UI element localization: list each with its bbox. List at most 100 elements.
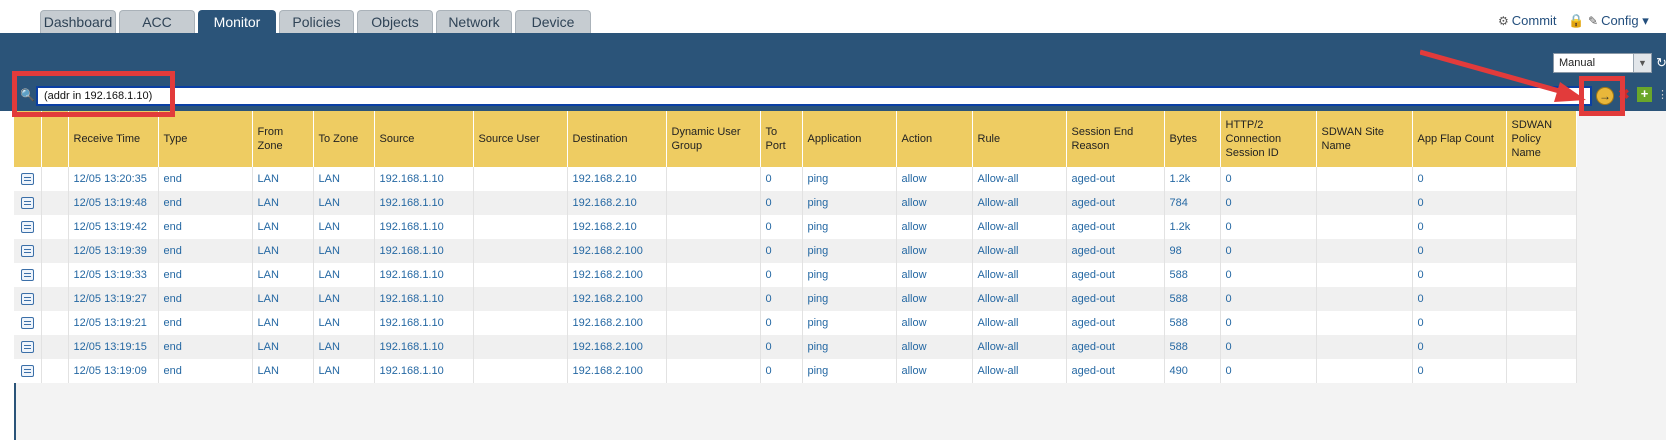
table-row[interactable]: 12/05 13:20:35 end LAN LAN 192.168.1.10 192.1… <box>14 167 1577 191</box>
cell-http2[interactable]: 0 <box>1220 311 1317 335</box>
cell-end-reason[interactable]: aged-out <box>1066 239 1165 263</box>
log-detail-icon[interactable] <box>14 239 42 263</box>
cell-receive-time[interactable]: 12/05 13:19:09 <box>68 359 159 383</box>
cell-type[interactable]: end <box>158 215 253 239</box>
cell-rule[interactable]: Allow-all <box>972 335 1067 359</box>
cell-to-zone[interactable]: LAN <box>313 263 375 287</box>
cell-http2[interactable]: 0 <box>1220 263 1317 287</box>
cell-app-flap[interactable]: 0 <box>1412 359 1507 383</box>
cell-application[interactable]: ping <box>802 239 897 263</box>
cell-http2[interactable]: 0 <box>1220 335 1317 359</box>
cell-receive-time[interactable]: 12/05 13:19:27 <box>68 287 159 311</box>
cell-to-port[interactable]: 0 <box>760 263 803 287</box>
cell-receive-time[interactable]: 12/05 13:19:39 <box>68 239 159 263</box>
tab-dashboard[interactable]: Dashboard <box>40 10 116 33</box>
cell-application[interactable]: ping <box>802 263 897 287</box>
table-row[interactable]: 12/05 13:19:21 end LAN LAN 192.168.1.10 192.1… <box>14 311 1577 335</box>
cell-source[interactable]: 192.168.1.10 <box>374 287 474 311</box>
cell-rule[interactable]: Allow-all <box>972 215 1067 239</box>
cell-source-user[interactable] <box>473 167 568 191</box>
cell-source-user[interactable] <box>473 191 568 215</box>
column-header-http2-session-id[interactable]: HTTP/2 Connection Session ID <box>1220 111 1317 167</box>
cell-action[interactable]: allow <box>896 287 973 311</box>
config-menu[interactable]: ✎ Config ▾ <box>1588 13 1649 29</box>
cell-bytes[interactable]: 1.2k <box>1164 167 1221 191</box>
cell-application[interactable]: ping <box>802 215 897 239</box>
cell-sdwan-policy[interactable] <box>1506 263 1577 287</box>
cell-source-user[interactable] <box>473 311 568 335</box>
log-detail-icon[interactable] <box>14 359 42 383</box>
tab-monitor[interactable]: Monitor <box>198 10 276 33</box>
cell-app-flap[interactable]: 0 <box>1412 167 1507 191</box>
cell-rule[interactable]: Allow-all <box>972 311 1067 335</box>
cell-action[interactable]: allow <box>896 263 973 287</box>
cell-sdwan-site[interactable] <box>1316 263 1413 287</box>
cell-application[interactable]: ping <box>802 335 897 359</box>
cell-bytes[interactable]: 588 <box>1164 287 1221 311</box>
cell-app-flap[interactable]: 0 <box>1412 263 1507 287</box>
tab-objects[interactable]: Objects <box>357 10 433 33</box>
cell-to-port[interactable]: 0 <box>760 359 803 383</box>
table-row[interactable]: 12/05 13:19:42 end LAN LAN 192.168.1.10 192.1… <box>14 215 1577 239</box>
cell-app-flap[interactable]: 0 <box>1412 311 1507 335</box>
cell-application[interactable]: ping <box>802 287 897 311</box>
cell-action[interactable]: allow <box>896 335 973 359</box>
cell-end-reason[interactable]: aged-out <box>1066 263 1165 287</box>
column-header-action[interactable]: Action <box>896 111 973 167</box>
cell-source[interactable]: 192.168.1.10 <box>374 263 474 287</box>
cell-source[interactable]: 192.168.1.10 <box>374 335 474 359</box>
cell-application[interactable]: ping <box>802 191 897 215</box>
cell-to-zone[interactable]: LAN <box>313 167 375 191</box>
cell-sdwan-policy[interactable] <box>1506 359 1577 383</box>
log-detail-icon[interactable] <box>14 335 42 359</box>
cell-destination[interactable]: 192.168.2.10 <box>567 215 667 239</box>
cell-action[interactable]: allow <box>896 359 973 383</box>
cell-rule[interactable]: Allow-all <box>972 287 1067 311</box>
column-header-source[interactable]: Source <box>374 111 474 167</box>
cell-source[interactable]: 192.168.1.10 <box>374 239 474 263</box>
cell-action[interactable]: allow <box>896 239 973 263</box>
cell-source[interactable]: 192.168.1.10 <box>374 167 474 191</box>
cell-destination[interactable]: 192.168.2.100 <box>567 239 667 263</box>
column-header-sdwan-policy-name[interactable]: SDWAN Policy Name <box>1506 111 1577 167</box>
cell-to-zone[interactable]: LAN <box>313 191 375 215</box>
lock-icon[interactable]: 🔒 <box>1568 13 1584 29</box>
cell-source-user[interactable] <box>473 239 568 263</box>
cell-action[interactable]: allow <box>896 215 973 239</box>
cell-receive-time[interactable]: 12/05 13:19:15 <box>68 335 159 359</box>
cell-sdwan-policy[interactable] <box>1506 335 1577 359</box>
cell-rule[interactable]: Allow-all <box>972 239 1067 263</box>
cell-to-port[interactable]: 0 <box>760 287 803 311</box>
cell-end-reason[interactable]: aged-out <box>1066 359 1165 383</box>
cell-bytes[interactable]: 98 <box>1164 239 1221 263</box>
cell-to-port[interactable]: 0 <box>760 167 803 191</box>
cell-dug[interactable] <box>666 191 761 215</box>
cell-type[interactable]: end <box>158 287 253 311</box>
cell-action[interactable]: allow <box>896 191 973 215</box>
cell-sdwan-policy[interactable] <box>1506 311 1577 335</box>
cell-destination[interactable]: 192.168.2.100 <box>567 263 667 287</box>
column-header-destination[interactable]: Destination <box>567 111 667 167</box>
table-row[interactable]: 12/05 13:19:27 end LAN LAN 192.168.1.10 192.1… <box>14 287 1577 311</box>
log-detail-icon[interactable] <box>14 191 42 215</box>
cell-from-zone[interactable]: LAN <box>252 263 314 287</box>
cell-dug[interactable] <box>666 239 761 263</box>
cell-bytes[interactable]: 1.2k <box>1164 215 1221 239</box>
cell-from-zone[interactable]: LAN <box>252 287 314 311</box>
cell-sdwan-site[interactable] <box>1316 359 1413 383</box>
log-detail-icon[interactable] <box>14 215 42 239</box>
cell-end-reason[interactable]: aged-out <box>1066 215 1165 239</box>
column-header-dynamic-user-group[interactable]: Dynamic User Group <box>666 111 761 167</box>
log-detail-icon[interactable] <box>14 287 42 311</box>
cell-sdwan-site[interactable] <box>1316 239 1413 263</box>
cell-receive-time[interactable]: 12/05 13:19:33 <box>68 263 159 287</box>
cell-http2[interactable]: 0 <box>1220 215 1317 239</box>
cell-bytes[interactable]: 588 <box>1164 263 1221 287</box>
cell-source-user[interactable] <box>473 263 568 287</box>
commit-button[interactable]: ⚙ Commit <box>1498 13 1557 29</box>
cell-dug[interactable] <box>666 263 761 287</box>
cell-source-user[interactable] <box>473 359 568 383</box>
cell-receive-time[interactable]: 12/05 13:19:21 <box>68 311 159 335</box>
cell-app-flap[interactable]: 0 <box>1412 215 1507 239</box>
filter-input[interactable]: (addr in 192.168.1.10) <box>36 86 1592 106</box>
